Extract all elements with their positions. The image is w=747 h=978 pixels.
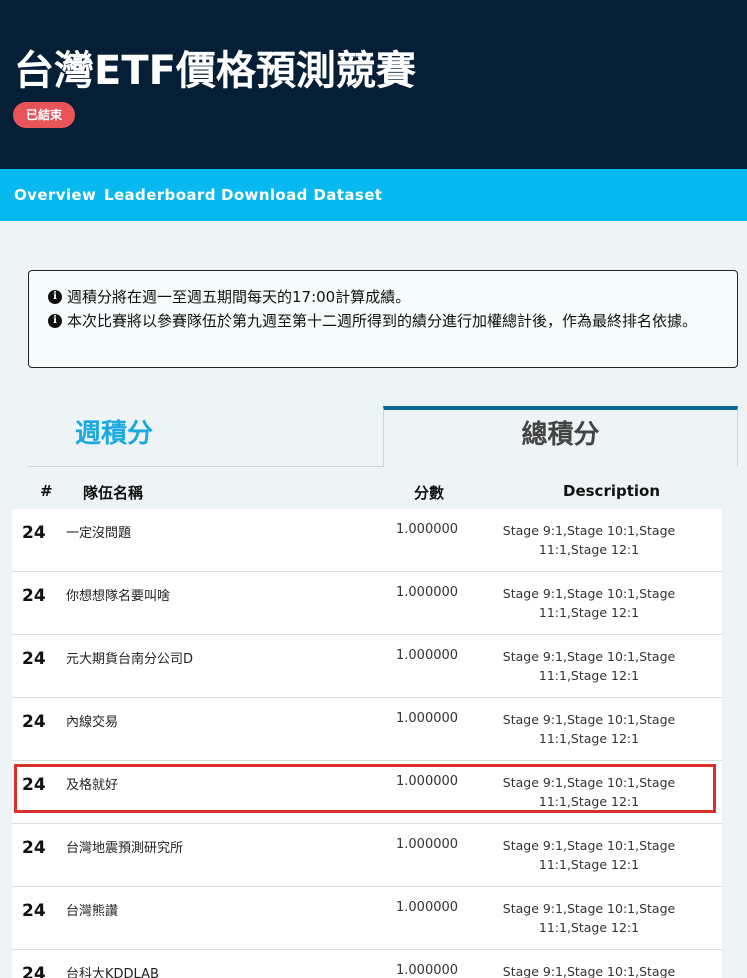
score-cell: 1.000000 [396,711,459,726]
rank-cell: 24 [22,775,46,795]
score-tabs: 週積分 總積分 [28,406,738,467]
status-badge: 已結束 [13,102,76,128]
table-row: 24 台灣地震預測研究所 1.000000 Stage 9:1,Stage 10… [12,824,722,887]
score-cell: 1.000000 [396,963,459,978]
score-cell: 1.000000 [396,585,459,600]
notice-box: i 週積分將在週一至週五期間每天的17:00計算成績。 i 本次比賽將以參賽隊伍… [28,270,738,368]
score-cell: 1.000000 [396,774,459,789]
nav-download-dataset[interactable]: Download Dataset [221,186,382,204]
table-row: 24 元大期貨台南分公司D 1.000000 Stage 9:1,Stage 1… [12,635,722,698]
description-cell: Stage 9:1,Stage 10:1,Stage 11:1,Stage 12… [502,775,676,809]
table-row: 24 一定沒問題 1.000000 Stage 9:1,Stage 10:1,S… [12,509,722,572]
rank-cell: 24 [22,586,46,606]
rank-cell: 24 [22,838,46,858]
nav-overview[interactable]: Overview [14,186,96,204]
table-row: 24 台灣熊讚 1.000000 Stage 9:1,Stage 10:1,St… [12,887,722,950]
table-row: 24 內線交易 1.000000 Stage 9:1,Stage 10:1,St… [12,698,722,761]
description-cell: Stage 9:1,Stage 10:1,Stage 11:1,Stage 12… [502,901,676,935]
rank-cell: 24 [22,649,46,669]
description-cell: Stage 9:1,Stage 10:1,Stage 11:1,Stage 12… [502,523,676,557]
rank-column-header: # [40,482,53,500]
tab-total-label: 總積分 [521,420,600,450]
tab-weekly-score[interactable]: 週積分 [28,406,384,466]
rank-cell: 24 [22,712,46,732]
rank-cell: 24 [22,523,46,543]
description-column-header: Description [563,482,661,500]
notice-text: 週積分將在週一至週五期間每天的17:00計算成績。 [67,288,411,306]
score-cell: 1.000000 [396,837,459,852]
table-side-area [722,509,747,978]
notice-line: i 週積分將在週一至週五期間每天的17:00計算成績。 [48,285,719,309]
team-cell: 台灣熊讚 [66,904,119,919]
notice-line: i 本次比賽將以參賽隊伍於第九週至第十二週所得到的績分進行加權總計後，作為最終排… [48,309,719,333]
description-cell: Stage 9:1,Stage 10:1,Stage 11:1,Stage 12… [502,838,676,872]
description-cell: Stage 9:1,Stage 10:1,Stage 11:1,Stage 12… [502,964,676,978]
info-icon: i [48,290,62,304]
team-cell: 台灣地震預測研究所 [66,841,184,856]
description-cell: Stage 9:1,Stage 10:1,Stage 11:1,Stage 12… [502,586,676,620]
team-cell: 你想想隊名要叫啥 [66,589,171,604]
description-cell: Stage 9:1,Stage 10:1,Stage 11:1,Stage 12… [502,649,676,683]
page-header: 台灣ETF價格預測競賽 已結束 [0,0,747,169]
score-cell: 1.000000 [396,522,459,537]
nav-leaderboard[interactable]: Leaderboard [104,186,216,204]
table-row-highlighted: 24 及格就好 1.000000 Stage 9:1,Stage 10:1,St… [12,761,722,824]
tab-weekly-label: 週積分 [75,419,154,449]
score-cell: 1.000000 [396,648,459,663]
description-cell: Stage 9:1,Stage 10:1,Stage 11:1,Stage 12… [502,712,676,746]
team-cell: 及格就好 [66,778,119,793]
info-icon: i [48,314,62,328]
competition-nav: Overview Leaderboard Download Dataset [0,169,747,221]
score-cell: 1.000000 [396,900,459,915]
leaderboard-table: 24 一定沒問題 1.000000 Stage 9:1,Stage 10:1,S… [12,509,722,978]
table-row: 24 台科大KDDLAB 1.000000 Stage 9:1,Stage 10… [12,950,722,978]
team-column-header: 隊伍名稱 [83,484,144,502]
team-cell: 一定沒問題 [66,526,132,541]
rank-cell: 24 [22,901,46,921]
rank-cell: 24 [22,964,46,978]
page-title: 台灣ETF價格預測競賽 [14,48,416,94]
team-cell: 內線交易 [66,715,119,730]
tab-total-score[interactable]: 總積分 [383,406,738,467]
team-cell: 台科大KDDLAB [66,967,159,978]
notice-text: 本次比賽將以參賽隊伍於第九週至第十二週所得到的績分進行加權總計後，作為最終排名依… [67,312,698,330]
team-cell: 元大期貨台南分公司D [66,652,194,667]
score-column-header: 分數 [414,484,445,502]
table-row: 24 你想想隊名要叫啥 1.000000 Stage 9:1,Stage 10:… [12,572,722,635]
